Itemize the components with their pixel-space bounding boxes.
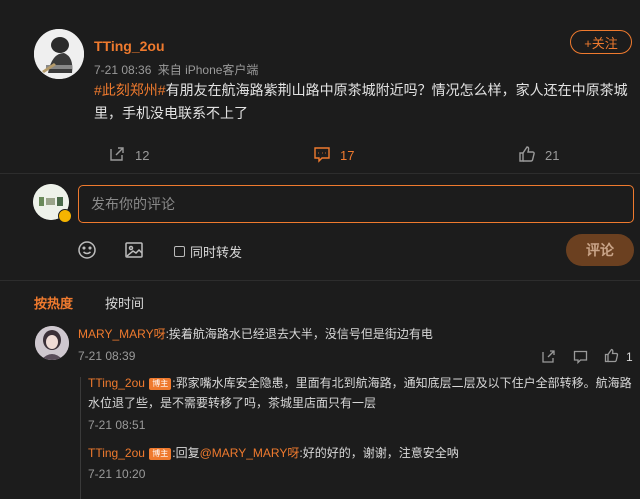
like-icon	[518, 145, 536, 166]
post-body: #此刻郑州#有朋友在航海路紫荆山路中原茶城附近吗？情况怎么样，家人还在中原茶城里…	[94, 79, 634, 125]
checkbox-icon[interactable]	[174, 246, 185, 257]
comment-count: 17	[340, 148, 355, 163]
commenter-avatar[interactable]	[35, 326, 69, 360]
comment-like-button[interactable]: 1	[604, 348, 633, 366]
post-timestamp: 7-21 08:36	[94, 63, 152, 77]
follow-button[interactable]: +关注	[570, 30, 632, 54]
emoji-icon[interactable]	[77, 240, 97, 265]
tab-sort-by-time[interactable]: 按时间	[105, 293, 144, 312]
repost-icon	[108, 145, 126, 166]
comment-icon	[313, 145, 331, 166]
my-avatar[interactable]	[33, 184, 72, 223]
reply-time: 7-21 08:51	[88, 418, 146, 432]
composer-divider	[0, 280, 640, 281]
post-source: 来自 iPhone客户端	[157, 63, 259, 77]
like-count: 21	[545, 148, 560, 163]
reply-text: :好的好的，谢谢，注意安全呐	[299, 446, 459, 460]
reply-prefix: :回复	[172, 446, 200, 460]
comment-button[interactable]: 17	[313, 145, 354, 166]
post-author-avatar[interactable]	[34, 29, 84, 79]
reply-username[interactable]: TTing_2ou	[88, 446, 145, 460]
reply-mention[interactable]: @MARY_MARY呀	[200, 446, 300, 460]
comment-input[interactable]	[78, 185, 634, 223]
post-meta: 7-21 08:36 来自 iPhone客户端	[94, 61, 258, 78]
post-hashtag[interactable]: #此刻郑州#	[94, 82, 166, 98]
tab-sort-by-hot[interactable]: 按热度	[34, 293, 73, 312]
author-badge: 博主	[149, 378, 172, 390]
submit-comment-button[interactable]: 评论	[566, 234, 634, 266]
reply-item: TTing_2ou 博主:郛家嘴水库安全隐患，里面有北到航海路，通知底层二层及以…	[88, 373, 634, 413]
comment-text: :挨着航海路水已经退去大半，没信号但是街边有电	[165, 327, 433, 341]
comment-time: 7-21 08:39	[78, 349, 136, 363]
repost-button[interactable]: 12	[108, 145, 149, 166]
post-text: 有朋友在航海路紫荆山路中原茶城附近吗？情况怎么样，家人还在中原茶城里，手机没电联…	[94, 82, 628, 121]
comment-like-count: 1	[626, 350, 633, 364]
comment-username[interactable]: MARY_MARY呀	[78, 327, 166, 341]
repost-count: 12	[135, 148, 150, 163]
repost-toggle[interactable]: 同时转发	[174, 242, 242, 261]
reply-item: TTing_2ou 博主:回复@MARY_MARY呀:好的好的，谢谢，注意安全呐	[88, 443, 459, 463]
reply-username[interactable]: TTing_2ou	[88, 376, 145, 390]
like-button[interactable]: 21	[518, 145, 559, 166]
comment-item: MARY_MARY呀:挨着航海路水已经退去大半，没信号但是街边有电	[78, 324, 433, 344]
comment-reply-icon[interactable]	[573, 349, 588, 369]
comment-like-icon	[604, 348, 619, 366]
reply-thread-line	[80, 377, 81, 499]
image-icon[interactable]	[124, 240, 144, 265]
vip-badge-icon	[58, 209, 72, 223]
author-badge: 博主	[149, 448, 172, 460]
post-author-name[interactable]: TTing_2ou	[94, 38, 165, 54]
post-divider	[0, 173, 640, 174]
repost-toggle-label: 同时转发	[190, 245, 243, 260]
comment-repost-icon[interactable]	[541, 349, 556, 369]
reply-time: 7-21 10:20	[88, 467, 146, 481]
